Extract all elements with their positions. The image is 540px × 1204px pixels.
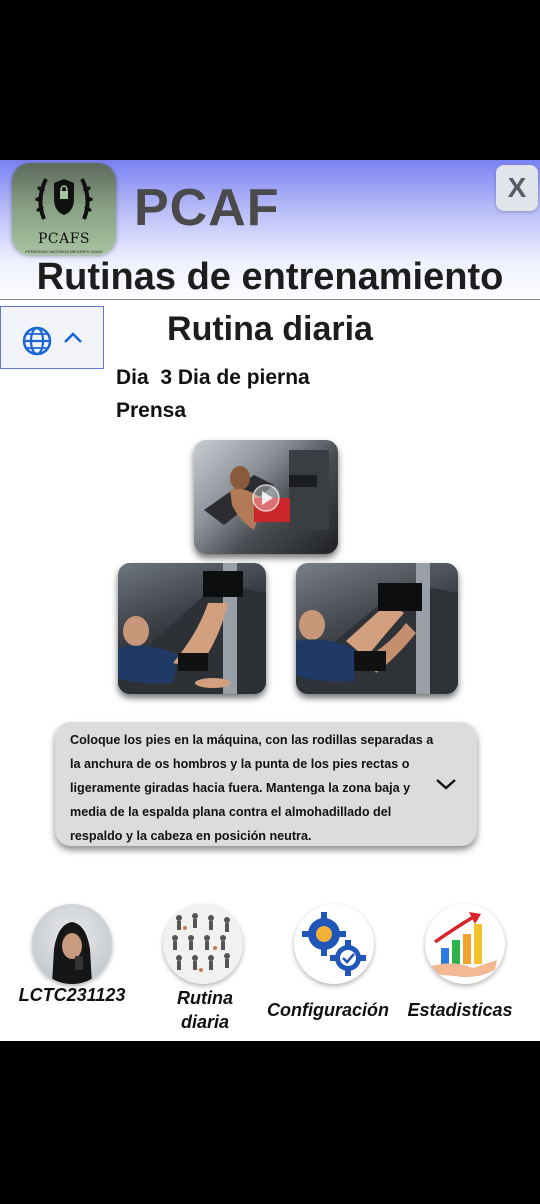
nav-label-statistics[interactable]: Estadisticas	[402, 1000, 518, 1021]
exercise-description: Coloque los pies en la máquina, con las …	[70, 733, 434, 843]
app-logo: PCAFS PERSONAS HACEMOS MEJORES VIDAS	[12, 163, 116, 255]
close-button[interactable]: X	[496, 165, 538, 211]
nav-label-daily-routine[interactable]: Rutina diaria	[163, 986, 247, 1034]
logo-subtext: PERSONAS HACEMOS MEJORES VIDAS	[25, 249, 103, 254]
nav-label-profile[interactable]: LCTC231123	[10, 985, 134, 1006]
exercise-video-thumbnail[interactable]	[194, 440, 338, 554]
exercise-step-2-photo	[296, 563, 458, 694]
chevron-down-icon[interactable]	[435, 777, 457, 791]
exercise-step-1-photo	[118, 563, 266, 694]
page-title: Rutinas de entrenamiento	[36, 256, 504, 298]
laurel-shield-icon	[35, 178, 93, 220]
gears-icon[interactable]	[294, 904, 374, 984]
exercise-description-card[interactable]: Coloque los pies en la máquina, con las …	[55, 722, 477, 846]
exercise-name: Prensa	[116, 399, 187, 422]
user-avatar[interactable]	[32, 904, 112, 984]
day-label: Dia 3 Dia de pierna	[116, 366, 310, 389]
growth-chart-icon[interactable]	[425, 904, 505, 984]
nav-label-settings[interactable]: Configuración	[266, 1000, 390, 1021]
header-divider	[0, 299, 540, 300]
app-screen: PCAFS PERSONAS HACEMOS MEJORES VIDAS PCA…	[0, 160, 540, 1041]
app-title: PCAF	[134, 179, 280, 237]
section-title: Rutina diaria	[167, 310, 373, 348]
exercise-chart-icon[interactable]	[163, 904, 243, 984]
logo-text: PCAFS	[37, 231, 91, 247]
